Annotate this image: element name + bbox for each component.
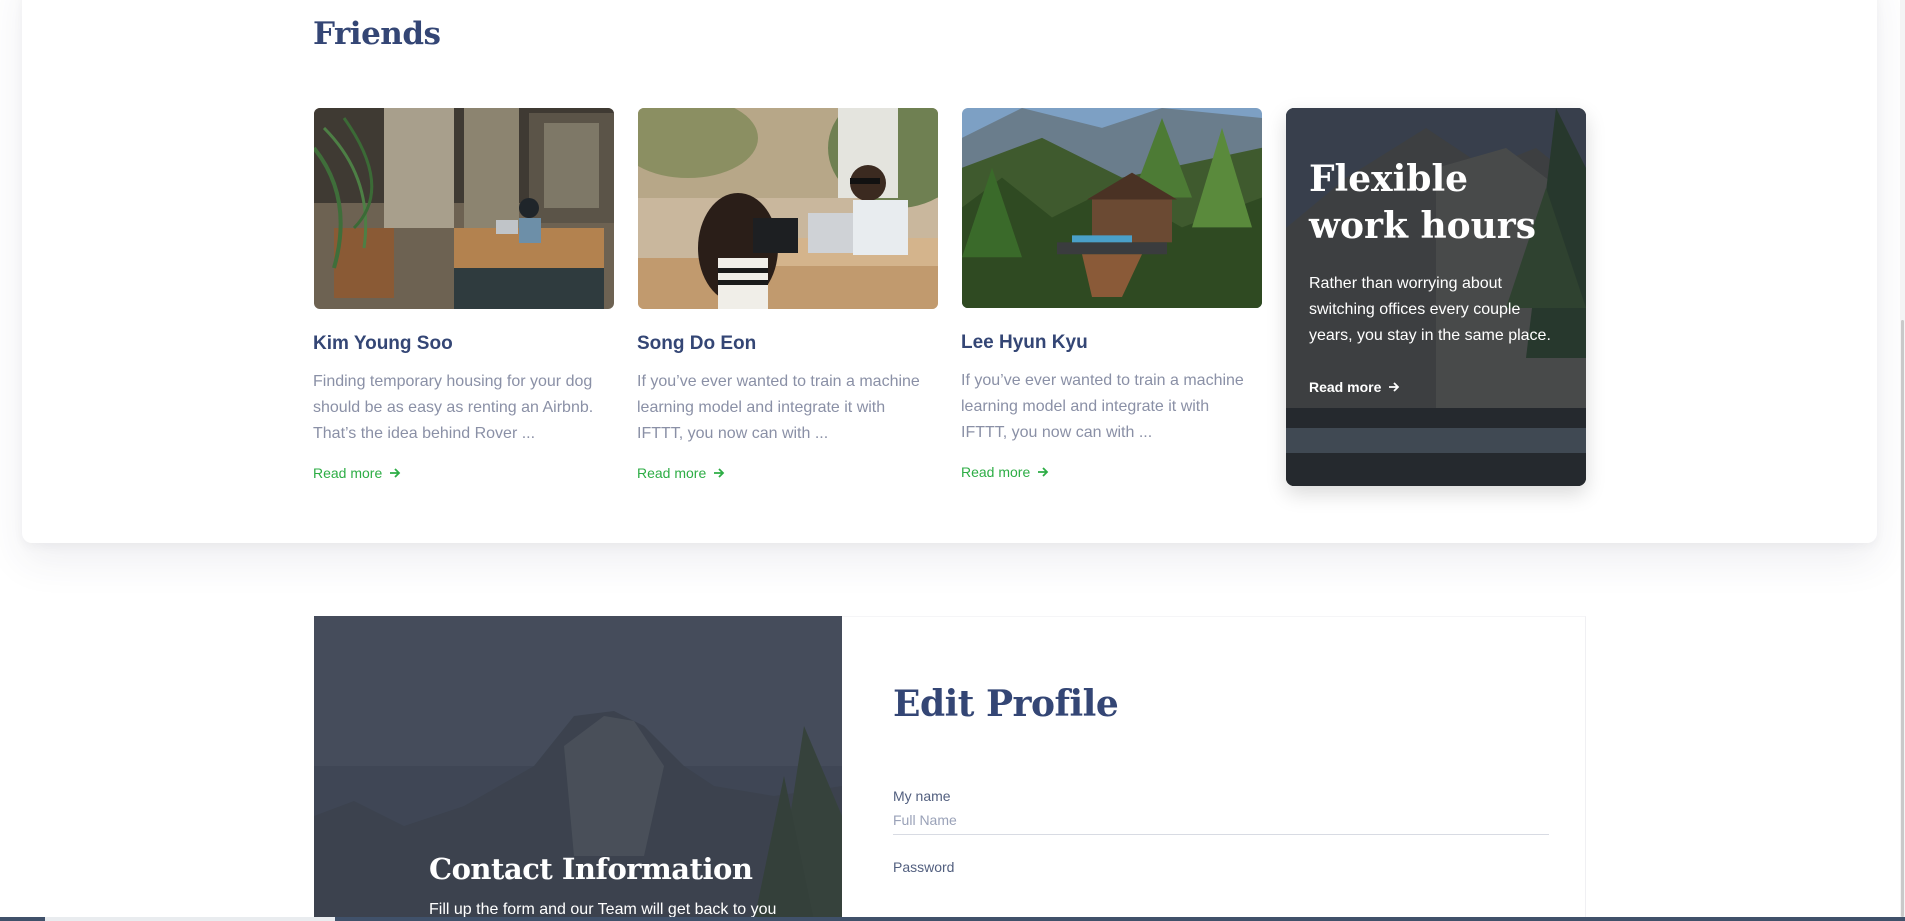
card-description: If you’ve ever wanted to train a machine… [637, 373, 920, 442]
section-title: Friends [313, 16, 441, 52]
bottom-bar-highlight [45, 917, 335, 921]
read-more-link[interactable]: Read more [313, 465, 401, 481]
card-image-cafe[interactable] [638, 108, 938, 309]
full-name-input[interactable] [893, 806, 1549, 835]
arrow-right-icon [714, 468, 725, 478]
promo-card[interactable]: Flexible work hours Rather than worrying… [1286, 108, 1586, 486]
contact-panel: Contact Information Fill up the form and… [314, 616, 842, 921]
card-name[interactable]: Kim Young Soo [313, 333, 453, 355]
read-more-link[interactable]: Read more [961, 464, 1049, 480]
promo-read-more-link[interactable]: Read more [1309, 379, 1400, 395]
card-image-forest-cabin[interactable] [962, 108, 1262, 308]
card-description: Finding temporary housing for your dog s… [313, 373, 594, 442]
card-image-office[interactable] [314, 108, 614, 309]
read-more-label: Read more [313, 465, 383, 481]
password-label: Password [893, 859, 955, 875]
friends-section [22, 0, 1877, 543]
read-more-link[interactable]: Read more [637, 465, 725, 481]
read-more-label: Read more [1309, 379, 1382, 395]
promo-title: Flexible work hours [1309, 158, 1537, 247]
scrollbar-thumb[interactable] [1901, 320, 1904, 917]
arrow-right-icon [390, 468, 401, 478]
form-title: Edit Profile [893, 683, 1119, 725]
read-more-label: Read more [637, 465, 707, 481]
arrow-right-icon [1389, 382, 1400, 392]
name-label: My name [893, 788, 951, 804]
arrow-right-icon [1038, 467, 1049, 477]
contact-title: Contact Information [429, 852, 753, 886]
card-name[interactable]: Lee Hyun Kyu [961, 332, 1088, 354]
promo-description: Rather than worrying about switching off… [1309, 275, 1551, 344]
read-more-label: Read more [961, 464, 1031, 480]
edit-profile-form: Edit Profile My name Password [842, 616, 1586, 921]
card-description: If you’ve ever wanted to train a machine… [961, 372, 1244, 441]
card-name[interactable]: Song Do Eon [637, 333, 756, 355]
